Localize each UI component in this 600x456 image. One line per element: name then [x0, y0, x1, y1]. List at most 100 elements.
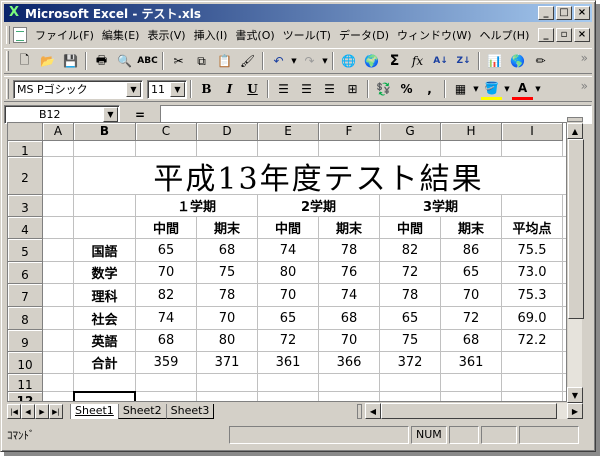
- sort-ascending-icon[interactable]: A↓: [430, 51, 451, 72]
- row-header-12[interactable]: 12: [8, 392, 43, 401]
- score-cell[interactable]: 72: [380, 262, 440, 283]
- tab-sheet2[interactable]: Sheet2: [117, 404, 167, 419]
- score-cell[interactable]: 70: [197, 307, 257, 329]
- column-header-f[interactable]: F: [319, 123, 380, 141]
- score-cell[interactable]: 70: [258, 284, 318, 306]
- cut-icon[interactable]: ✂: [168, 51, 189, 72]
- new-file-icon[interactable]: 🗋: [14, 51, 35, 72]
- average-cell[interactable]: 75.5: [502, 239, 562, 261]
- maximize-button[interactable]: □: [556, 6, 572, 20]
- hyperlink-globe-icon[interactable]: 🌐: [338, 51, 359, 72]
- doc-minimize-button[interactable]: _: [538, 28, 554, 42]
- term-header[interactable]: １学期: [136, 195, 257, 216]
- horizontal-scroll-thumb[interactable]: [381, 403, 557, 419]
- score-cell[interactable]: 65: [258, 307, 318, 329]
- score-cell[interactable]: 76: [319, 262, 379, 283]
- score-cell[interactable]: 70: [319, 330, 379, 351]
- column-subheader[interactable]: 期末: [441, 217, 501, 238]
- column-subheader[interactable]: 中間: [136, 217, 196, 238]
- term-header[interactable]: 2学期: [258, 195, 379, 216]
- row-header-6[interactable]: 6: [8, 262, 43, 284]
- web-toolbar-icon[interactable]: 🌍: [361, 51, 382, 72]
- score-cell[interactable]: 65: [380, 307, 440, 329]
- score-cell[interactable]: 78: [380, 284, 440, 306]
- save-disk-icon[interactable]: 💾: [60, 51, 81, 72]
- row-header-5[interactable]: 5: [8, 239, 43, 262]
- column-header-g[interactable]: G: [380, 123, 441, 141]
- scroll-left-icon[interactable]: ◀: [365, 403, 381, 419]
- subject-label[interactable]: 英語: [74, 330, 135, 351]
- menu-view[interactable]: 表示(V): [143, 27, 189, 43]
- fill-color-dropdown-icon[interactable]: ▼: [503, 85, 511, 93]
- average-cell[interactable]: 75.3: [502, 284, 562, 306]
- score-cell[interactable]: 74: [258, 239, 318, 261]
- bold-button[interactable]: B: [196, 79, 217, 100]
- tab-split-box[interactable]: [357, 404, 362, 419]
- score-cell[interactable]: 80: [258, 262, 318, 283]
- column-header-c[interactable]: C: [136, 123, 197, 141]
- print-preview-icon[interactable]: 🔍: [114, 51, 135, 72]
- last-sheet-icon[interactable]: ▶|: [49, 404, 63, 419]
- score-cell[interactable]: 80: [197, 330, 257, 351]
- first-sheet-icon[interactable]: |◀: [7, 404, 21, 419]
- chevron-down-icon[interactable]: ▼: [103, 107, 118, 122]
- column-header-a[interactable]: A: [43, 123, 74, 141]
- merge-center-icon[interactable]: ⊞: [342, 79, 363, 100]
- score-cell[interactable]: 72: [258, 330, 318, 351]
- score-cell[interactable]: 70: [136, 262, 196, 283]
- percent-button[interactable]: %: [396, 79, 417, 100]
- score-cell[interactable]: 68: [319, 307, 379, 329]
- row-header-4[interactable]: 4: [8, 217, 43, 239]
- format-painter-icon[interactable]: 🖌: [237, 51, 258, 72]
- average-cell[interactable]: 72.2: [502, 330, 562, 351]
- total-cell[interactable]: 361: [258, 352, 318, 373]
- column-header-i[interactable]: I: [502, 123, 563, 141]
- drawing-icon[interactable]: ✏: [530, 51, 551, 72]
- vertical-scroll-thumb[interactable]: [568, 139, 584, 319]
- doc-close-button[interactable]: ×: [574, 28, 590, 42]
- menu-tools[interactable]: ツール(T): [279, 27, 335, 43]
- scroll-up-icon[interactable]: ▲: [567, 123, 583, 139]
- column-subheader[interactable]: 期末: [197, 217, 257, 238]
- subject-label[interactable]: 理科: [74, 284, 135, 306]
- redo-dropdown-icon[interactable]: ▼: [321, 57, 329, 65]
- close-button[interactable]: ×: [574, 6, 590, 20]
- doc-restore-button[interactable]: ▫: [556, 28, 572, 42]
- paste-icon[interactable]: 📋: [214, 51, 235, 72]
- menu-data[interactable]: データ(D): [335, 27, 393, 43]
- copy-icon[interactable]: ⧉: [191, 51, 212, 72]
- vertical-scrollbar[interactable]: ▲ ▼: [567, 122, 584, 404]
- font-color-dropdown-icon[interactable]: ▼: [534, 85, 542, 93]
- align-left-icon[interactable]: ☰: [273, 79, 294, 100]
- score-cell[interactable]: 74: [136, 307, 196, 329]
- minimize-button[interactable]: _: [538, 6, 554, 20]
- scroll-down-icon[interactable]: ▼: [567, 387, 583, 403]
- score-cell[interactable]: 82: [136, 284, 196, 306]
- comma-button[interactable]: ,: [419, 79, 440, 100]
- font-color-icon[interactable]: A: [512, 79, 533, 100]
- row-header-2[interactable]: 2: [8, 157, 43, 195]
- total-cell[interactable]: 371: [197, 352, 257, 373]
- underline-button[interactable]: U: [242, 79, 263, 100]
- currency-icon[interactable]: 💱: [373, 79, 394, 100]
- column-header-b[interactable]: B: [74, 123, 136, 141]
- row-header-11[interactable]: 11: [8, 374, 43, 392]
- title-bar[interactable]: X Microsoft Excel - テスト.xls _ □ ×: [4, 4, 592, 22]
- score-cell[interactable]: 74: [319, 284, 379, 306]
- score-cell[interactable]: 75: [197, 262, 257, 283]
- font-size-combo[interactable]: 11 ▼: [147, 79, 187, 99]
- column-header-e[interactable]: E: [258, 123, 319, 141]
- selected-cell-b12[interactable]: [73, 391, 136, 401]
- total-cell[interactable]: 361: [441, 352, 501, 373]
- undo-icon[interactable]: ↶: [268, 51, 289, 72]
- italic-button[interactable]: I: [219, 79, 240, 100]
- prev-sheet-icon[interactable]: ◀: [21, 404, 35, 419]
- row-header-9[interactable]: 9: [8, 330, 43, 352]
- total-cell[interactable]: 372: [380, 352, 440, 373]
- toolbar-more-icon[interactable]: »: [581, 51, 588, 65]
- total-label[interactable]: 合計: [74, 352, 135, 373]
- select-all-corner[interactable]: [8, 123, 43, 141]
- score-cell[interactable]: 70: [441, 284, 501, 306]
- menu-edit[interactable]: 編集(E): [98, 27, 144, 43]
- column-subheader[interactable]: 中間: [258, 217, 318, 238]
